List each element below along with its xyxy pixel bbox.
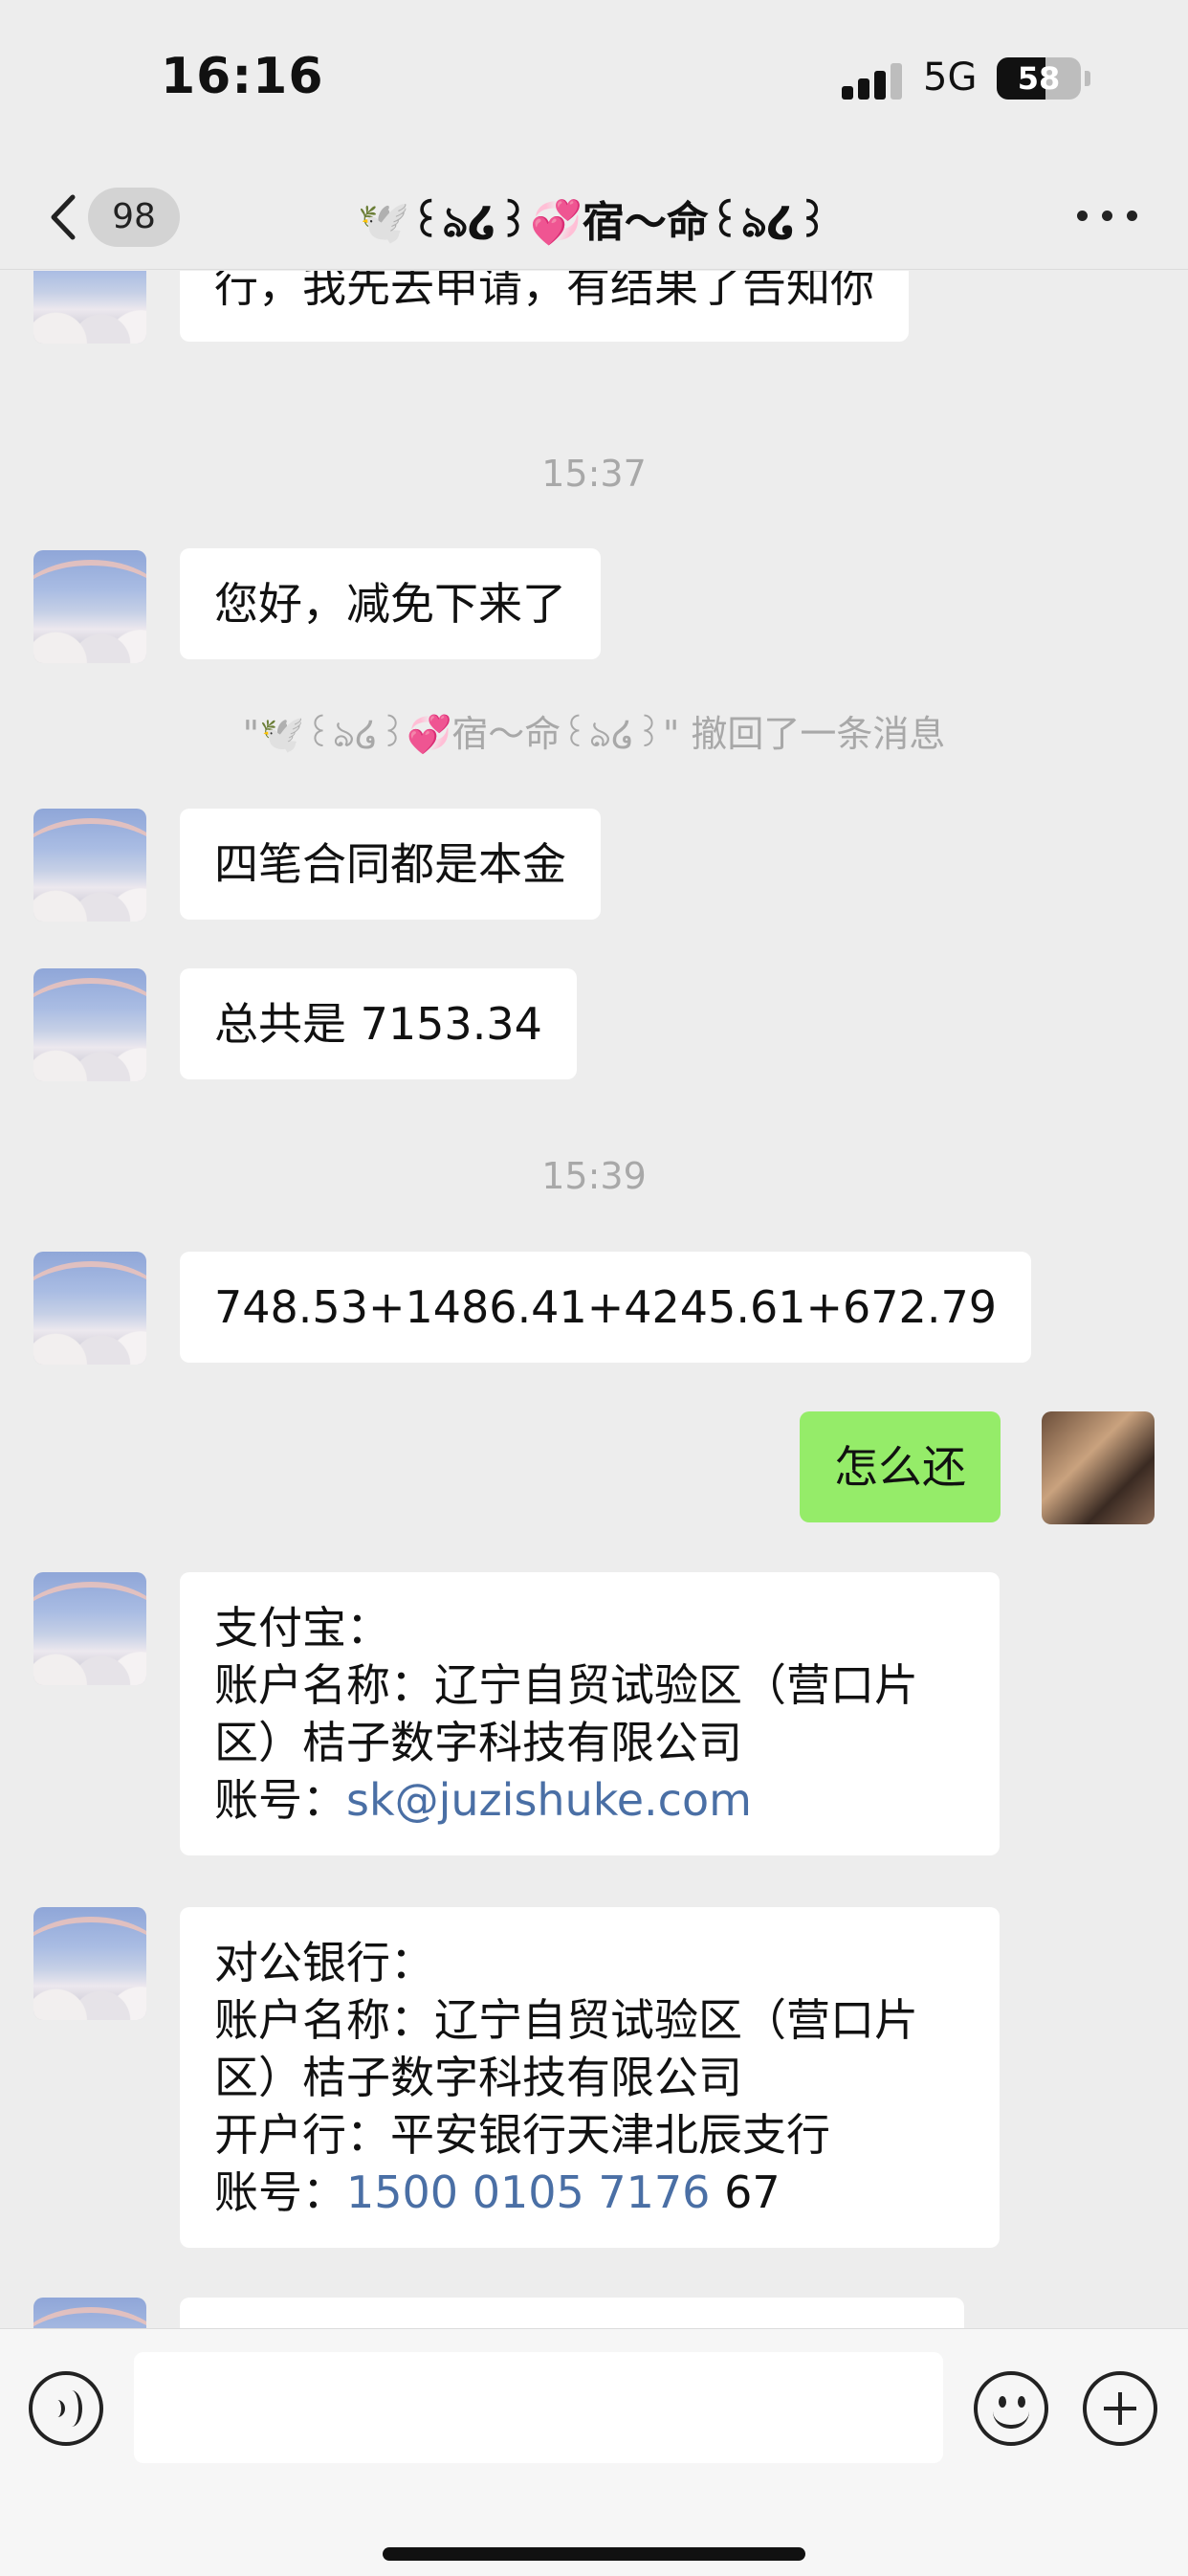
emoji-eye	[1018, 2396, 1025, 2408]
timestamp: 15:39	[541, 1155, 647, 1197]
message-bubble[interactable]: 行，我先去申请，有结果了告知你	[180, 271, 909, 342]
contact-avatar[interactable]	[33, 271, 146, 344]
input-bar	[0, 2328, 1188, 2576]
chat-header: 98 🕊️꒰ঌ໒꒱💞宿～命꒰ঌ໒꒱	[0, 163, 1188, 270]
message-bubble[interactable]: 支付宝： 账户名称：辽宁自贸试验区（营口片 区）桔子数字科技有限公司 账号：sk…	[180, 1572, 1000, 1855]
message-bubble[interactable]: 对公银行： 账户名称：辽宁自贸试验区（营口片 区）桔子数字科技有限公司 开户行：…	[180, 1907, 1000, 2248]
message-text: 四笔合同都是本金	[214, 838, 566, 890]
contact-avatar[interactable]	[33, 2298, 146, 2328]
contact-avatar[interactable]	[33, 1572, 146, 1685]
message-text: 账户名称：辽宁自贸试验区（营口片	[214, 1659, 918, 1711]
message-text: 行，我先去申请，有结果了告知你	[214, 271, 874, 312]
signal-icon	[842, 63, 903, 100]
battery-level: 58	[1017, 60, 1061, 97]
message-list[interactable]: 行，我先去申请，有结果了告知你 15:37 您好，减免下来了 "🕊️꒰ঌ໒꒱💞宿…	[0, 271, 1188, 2328]
email-link[interactable]: sk@juzishuke.com	[346, 1774, 752, 1826]
chat-title: 🕊️꒰ঌ໒꒱💞宿～命꒰ঌ໒꒱	[357, 198, 829, 247]
message-text: 67	[710, 2166, 781, 2218]
more-dot	[1102, 211, 1112, 221]
plus-icon[interactable]	[1083, 2371, 1157, 2446]
message-text: 总共是 7153.34	[214, 998, 542, 1050]
message-text: 账号：	[214, 1774, 346, 1826]
status-time: 16:16	[161, 48, 324, 105]
contact-avatar[interactable]	[33, 1252, 146, 1365]
contact-avatar[interactable]	[33, 550, 146, 663]
message-bubble[interactable]: 748.53+1486.41+4245.61+672.79	[180, 1252, 1031, 1363]
message-text: 怎么还	[834, 1441, 966, 1493]
voice-icon[interactable]	[29, 2371, 103, 2446]
battery-icon: 58	[997, 57, 1081, 100]
network-label: 5G	[923, 56, 978, 100]
chevron-left-icon	[51, 194, 76, 240]
message-text: 区）桔子数字科技有限公司	[214, 1717, 742, 1768]
contact-avatar[interactable]	[33, 1907, 146, 2020]
unread-badge: 98	[88, 188, 180, 247]
message-text: 开户行：平安银行天津北辰支行	[214, 2109, 830, 2161]
my-message-bubble[interactable]: 怎么还	[800, 1411, 1001, 1522]
message-text: 区）桔子数字科技有限公司	[214, 2052, 742, 2103]
more-button[interactable]	[1071, 188, 1148, 245]
home-indicator[interactable]	[383, 2547, 805, 2561]
message-text: 对公银行：	[214, 1937, 434, 1988]
contact-avatar[interactable]	[33, 968, 146, 1081]
message-line: 账号：sk@juzishuke.com	[214, 1771, 965, 1829]
emoji-eye	[999, 2396, 1006, 2408]
message-text: 账号：	[214, 2166, 346, 2218]
message-input[interactable]	[134, 2352, 943, 2463]
emoji-mouth	[993, 2411, 1029, 2429]
recall-notice: "🕊️꒰ঌ໒꒱💞宿～命꒰ঌ໒꒱" 撤回了一条消息	[242, 713, 946, 755]
message-text: 支付宝：	[214, 1602, 390, 1654]
message-line: 账号：1500 0105 7176 67	[214, 2164, 965, 2221]
message-bubble[interactable]: 您好，减免下来了	[180, 548, 601, 659]
phone-number-link[interactable]: 1500 0105 7176	[346, 2166, 710, 2218]
status-bar: 16:16 5G 58	[0, 0, 1188, 163]
message-bubble[interactable]: 总共是 7153.34	[180, 968, 577, 1079]
message-bubble[interactable]: 四笔合同都是本金	[180, 809, 601, 920]
message-bubble[interactable]	[180, 2298, 964, 2328]
battery-cap	[1085, 71, 1090, 86]
message-text: 您好，减免下来了	[214, 578, 566, 630]
more-dot	[1127, 211, 1137, 221]
back-button[interactable]: 98	[34, 184, 187, 249]
more-dots-icon	[1077, 211, 1088, 221]
message-text: 账户名称：辽宁自贸试验区（营口片	[214, 1994, 918, 2046]
timestamp: 15:37	[541, 453, 647, 495]
emoji-icon[interactable]	[974, 2371, 1048, 2446]
message-text: 748.53+1486.41+4245.61+672.79	[214, 1281, 997, 1333]
contact-avatar[interactable]	[33, 809, 146, 922]
my-avatar[interactable]	[1042, 1411, 1155, 1524]
